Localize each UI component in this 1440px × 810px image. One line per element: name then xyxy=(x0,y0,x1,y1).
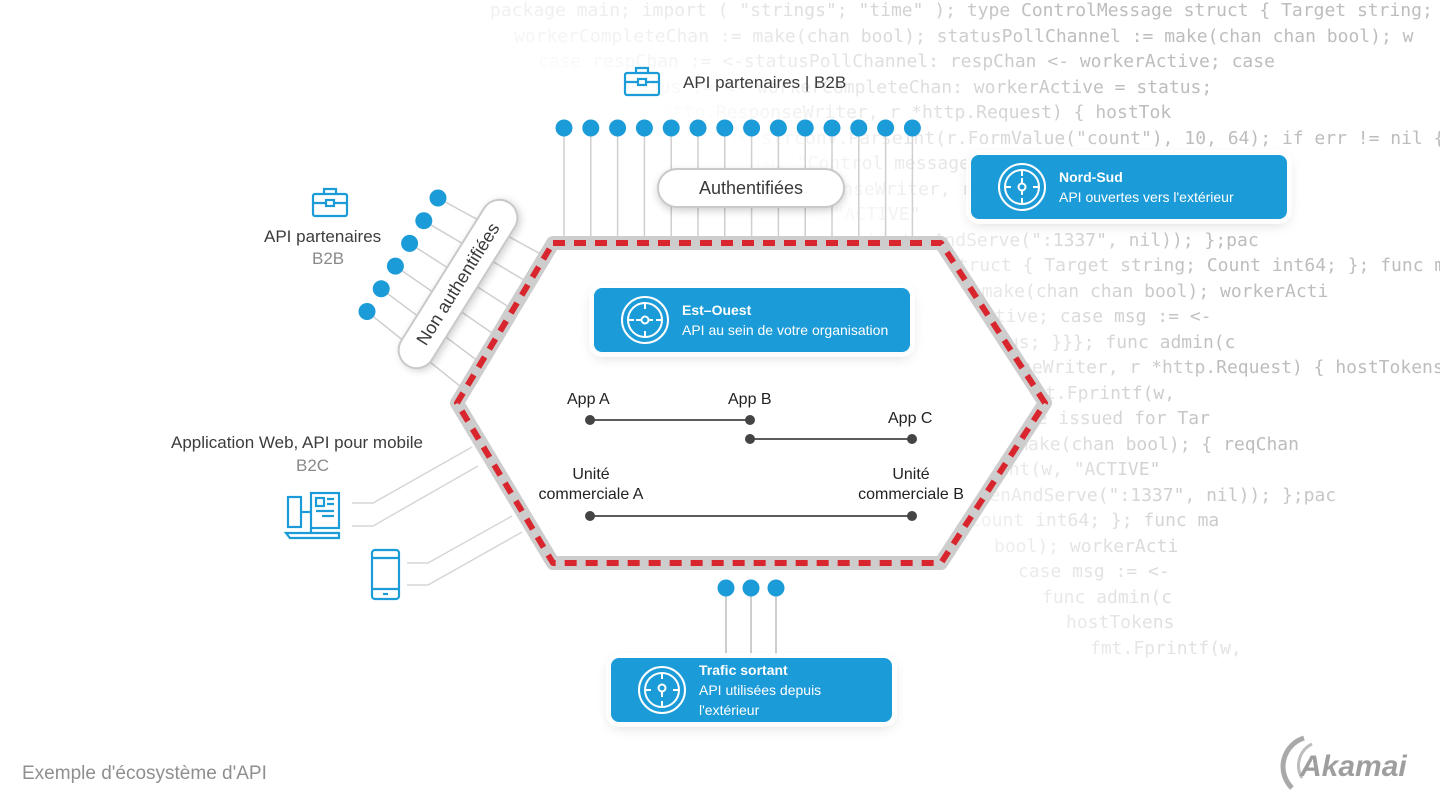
app-c-label: App C xyxy=(888,410,933,427)
top-connector-dot[interactable] xyxy=(769,119,787,137)
bu-a-line1: Unité xyxy=(572,466,610,483)
top-connector-dot[interactable] xyxy=(609,119,627,137)
top-connector-dot[interactable] xyxy=(716,119,734,137)
left-partner-api-title: API partenaires xyxy=(264,227,382,246)
top-connector-dot[interactable] xyxy=(743,119,761,137)
bu-b-line1: Unité xyxy=(892,466,930,483)
left-connector-dot[interactable] xyxy=(415,212,433,230)
briefcase-icon xyxy=(623,66,661,97)
top-connector-dot[interactable] xyxy=(850,119,868,137)
left-connector-dot[interactable] xyxy=(372,280,390,298)
node-app-a xyxy=(585,415,595,425)
left-connector-dot[interactable] xyxy=(429,189,447,207)
bu-a-label: Unité commerciale A xyxy=(531,465,651,505)
bu-b-label: Unité commerciale B xyxy=(850,465,972,505)
bottom-connector-dot[interactable] xyxy=(742,579,760,597)
outbound-desc-line1: API utilisées depuis xyxy=(699,682,822,698)
top-connector-dot[interactable] xyxy=(823,119,841,137)
outbound-desc-line2: l'extérieur xyxy=(699,702,760,718)
top-connector-dot[interactable] xyxy=(903,119,921,137)
bottom-connectors xyxy=(717,579,785,660)
node-bu-a xyxy=(585,511,595,521)
left-connector-dot[interactable] xyxy=(358,303,376,320)
bu-b-line2: commerciale B xyxy=(858,486,964,503)
top-connector-dot[interactable] xyxy=(796,119,814,137)
left-partner-api-subtitle: B2B xyxy=(312,249,345,268)
top-connector-dot[interactable] xyxy=(555,119,573,137)
top-connector-dot[interactable] xyxy=(662,119,680,137)
north-south-desc: API ouvertes vers l'extérieur xyxy=(1059,189,1234,205)
bottom-connector-dot[interactable] xyxy=(717,579,735,597)
briefcase-icon xyxy=(311,187,349,218)
app-b-label: App B xyxy=(728,391,772,408)
left-connector-dot[interactable] xyxy=(386,257,404,275)
b2c-line xyxy=(407,515,513,564)
mobile-phone-icon xyxy=(370,548,401,601)
bu-a-line2: commerciale A xyxy=(538,486,644,503)
b2c-line xyxy=(407,531,523,586)
top-connector-dot[interactable] xyxy=(635,119,653,137)
web-app-icon xyxy=(283,491,341,540)
compass-icon xyxy=(621,296,669,344)
app-a-label: App A xyxy=(567,391,610,408)
top-connector-dot[interactable] xyxy=(689,119,707,137)
compass-icon xyxy=(998,163,1046,211)
east-west-title: Est–Ouest xyxy=(682,302,752,318)
b2c-line xyxy=(352,446,473,504)
authenticated-pill: Authentifiées xyxy=(657,168,845,208)
b2c-line xyxy=(352,465,479,527)
node-app-c xyxy=(907,434,917,444)
outbound-title: Trafic sortant xyxy=(699,662,788,678)
top-partner-api-title: API partenaires | B2B xyxy=(683,73,847,92)
east-west-card: Est–Ouest API au sein de votre organisat… xyxy=(594,288,910,352)
node-bu-b xyxy=(907,511,917,521)
node-app-b-top xyxy=(745,415,755,425)
top-connector-dot[interactable] xyxy=(582,119,600,137)
east-west-desc: API au sein de votre organisation xyxy=(682,322,889,338)
akamai-logo: Akamai xyxy=(1272,732,1422,792)
outbound-traffic-card: Trafic sortant API utilisées depuis l'ex… xyxy=(611,658,892,722)
bottom-connector-dot[interactable] xyxy=(767,579,785,597)
compass-icon xyxy=(638,666,686,714)
b2c-title: Application Web, API pour mobile xyxy=(171,433,423,452)
akamai-wordmark: Akamai xyxy=(1300,750,1407,783)
diagram-caption: Exemple d'écosystème d'API xyxy=(22,763,267,784)
b2c-subtitle: B2C xyxy=(296,456,330,475)
node-app-b-bottom xyxy=(745,434,755,444)
left-connector-dot[interactable] xyxy=(401,234,419,252)
north-south-card: Nord-Sud API ouvertes vers l'extérieur xyxy=(971,155,1287,219)
north-south-title: Nord-Sud xyxy=(1059,169,1123,185)
top-connector-dot[interactable] xyxy=(877,119,895,137)
